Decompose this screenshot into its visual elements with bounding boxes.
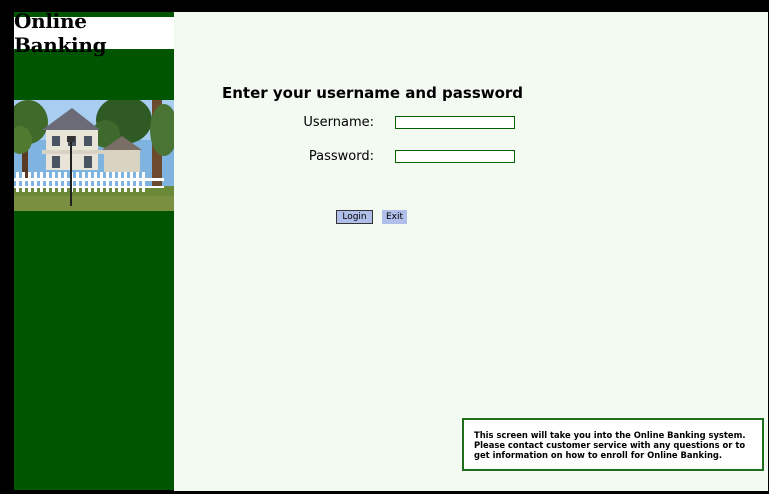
info-text: This screen will take you into the Onlin… <box>474 430 746 460</box>
sidebar <box>14 12 174 490</box>
brand-logo: Online Banking <box>14 9 174 57</box>
username-label: Username: <box>303 115 374 130</box>
password-label: Password: <box>308 149 374 164</box>
username-input[interactable] <box>395 116 515 129</box>
exit-button[interactable]: Exit <box>382 210 407 224</box>
info-box: This screen will take you into the Onlin… <box>462 418 764 471</box>
login-heading: Enter your username and password <box>222 84 524 102</box>
brand-title: Online Banking <box>14 9 107 57</box>
house-photo <box>14 100 174 211</box>
login-button[interactable]: Login <box>336 210 373 224</box>
password-input[interactable] <box>395 150 515 163</box>
